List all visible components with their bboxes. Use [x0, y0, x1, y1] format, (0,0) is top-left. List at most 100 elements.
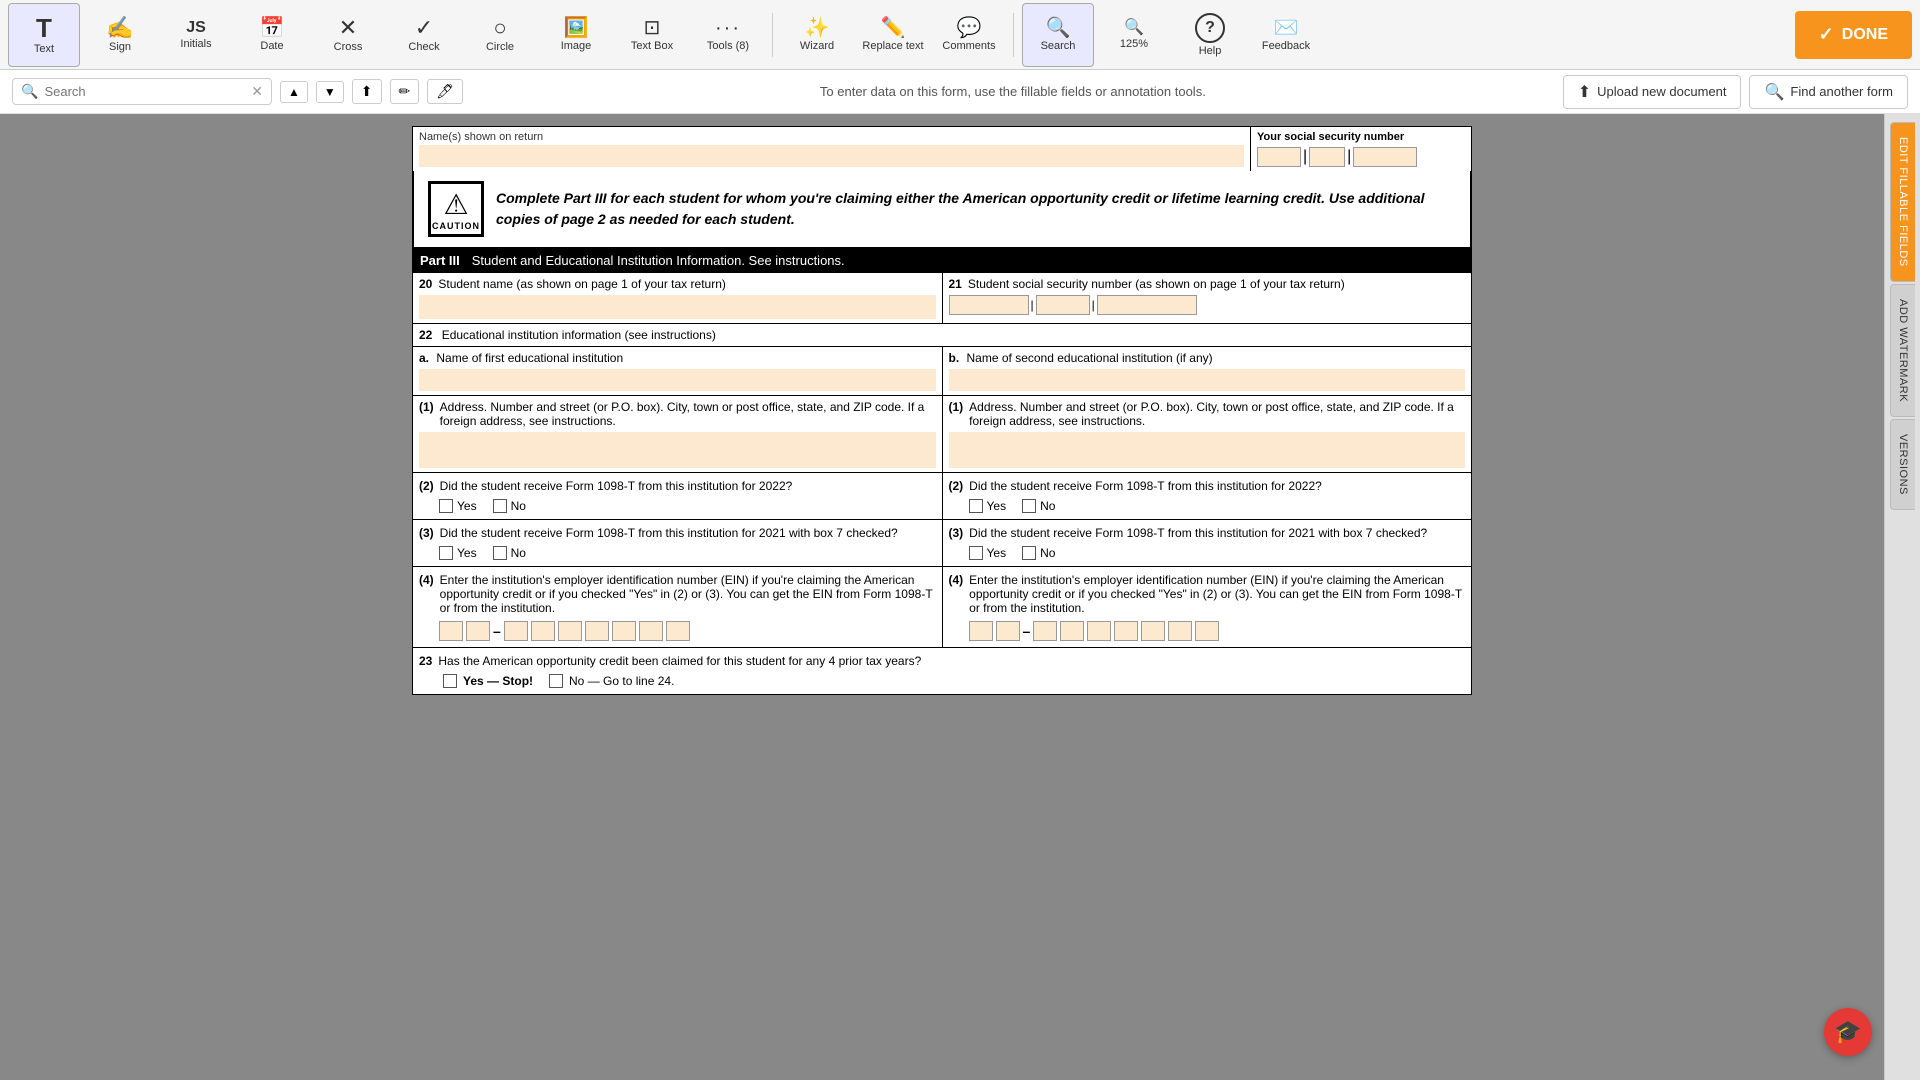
help-bubble[interactable]: 🎓 — [1824, 1008, 1872, 1056]
tool-text[interactable]: T Text — [8, 3, 80, 67]
row23-no-group: No — Go to line 24. — [549, 674, 674, 688]
search-next-button[interactable]: ▼ — [316, 81, 344, 103]
col-a-label: a. — [419, 351, 429, 365]
ein-b-9[interactable] — [1195, 621, 1219, 641]
tool-initials[interactable]: JS Initials — [160, 3, 232, 67]
names-input[interactable] — [419, 145, 1244, 167]
q3-a-no-group: No — [493, 546, 526, 560]
upload-document-button[interactable]: ⬆ Upload new document — [1563, 75, 1742, 109]
ein-b-1[interactable] — [969, 621, 993, 641]
row20-input[interactable] — [419, 295, 936, 319]
row23-no-checkbox[interactable] — [549, 674, 563, 688]
find-another-form-button[interactable]: 🔍 Find another form — [1749, 75, 1908, 109]
addr1-b-text: Address. Number and street (or P.O. box)… — [969, 400, 1465, 428]
ein-a-5[interactable] — [558, 621, 582, 641]
search-clear-button[interactable]: ✕ — [251, 83, 263, 100]
col-b-name-input[interactable] — [949, 369, 1466, 391]
ein-b-2[interactable] — [996, 621, 1020, 641]
tool-wizard[interactable]: ✨ Wizard — [781, 3, 853, 67]
tool-replace-text[interactable]: ✏️ Replace text — [857, 3, 929, 67]
tool-sign-label: Sign — [109, 41, 131, 53]
ein-b-5[interactable] — [1087, 621, 1111, 641]
document-area: Name(s) shown on return Your social secu… — [0, 114, 1884, 1080]
row21-ssn-3[interactable] — [1097, 295, 1197, 315]
tool-help-label: Help — [1199, 45, 1222, 57]
ssn-label: Your social security number — [1257, 131, 1465, 143]
tool-circle[interactable]: ○ Circle — [464, 3, 536, 67]
ein-a-3[interactable] — [504, 621, 528, 641]
tool-feedback[interactable]: ✉️ Feedback — [1250, 3, 1322, 67]
caution-icon: ⚠ CAUTION — [428, 181, 484, 237]
search-input[interactable] — [44, 84, 245, 99]
tool-image[interactable]: 🖼️ Image — [540, 3, 612, 67]
col-a-name-input[interactable] — [419, 369, 936, 391]
ein-a-6[interactable] — [585, 621, 609, 641]
row22-num: 22 — [419, 328, 432, 342]
q3-a-yes-checkbox[interactable] — [439, 546, 453, 560]
row21-ssn-2[interactable] — [1036, 295, 1090, 315]
done-label: DONE — [1842, 26, 1888, 44]
ein-b-7[interactable] — [1141, 621, 1165, 641]
ein-a-2[interactable] — [466, 621, 490, 641]
tool-help[interactable]: ? Help — [1174, 3, 1246, 67]
ein-b-4[interactable] — [1060, 621, 1084, 641]
part-header: Part III Student and Educational Institu… — [412, 249, 1472, 272]
tool-search[interactable]: 🔍 Search — [1022, 3, 1094, 67]
q4-b-num: (4) — [949, 573, 964, 587]
q2-b-yes-checkbox[interactable] — [969, 499, 983, 513]
q3-a-text: Did the student receive Form 1098-T from… — [440, 526, 936, 540]
ein-b-6[interactable] — [1114, 621, 1138, 641]
caution-label: CAUTION — [432, 221, 480, 231]
q3-a-no-checkbox[interactable] — [493, 546, 507, 560]
row23-yes-group: Yes — Stop! — [443, 674, 533, 688]
q4-b-text: Enter the institution's employer identif… — [969, 573, 1465, 615]
q3-b-no-checkbox[interactable] — [1022, 546, 1036, 560]
row21-ssn-1[interactable] — [949, 295, 1029, 315]
q2-b-no-checkbox[interactable] — [1022, 499, 1036, 513]
ein-a-8[interactable] — [639, 621, 663, 641]
sidebar-tab-versions[interactable]: VERSIONS — [1890, 419, 1915, 510]
q3-b-yes-group: Yes — [969, 546, 1007, 560]
sidebar-tab-fillable-fields[interactable]: EDIT FILLABLE FIELDS — [1890, 122, 1915, 282]
tool-comments[interactable]: 💬 Comments — [933, 3, 1005, 67]
ein-a-1[interactable] — [439, 621, 463, 641]
q2-a-no-checkbox[interactable] — [493, 499, 507, 513]
tool-date[interactable]: 📅 Date — [236, 3, 308, 67]
row-22-header: 22 Educational institution information (… — [413, 324, 1472, 347]
tool-more[interactable]: ··· Tools (8) — [692, 3, 764, 67]
row20-num: 20 — [419, 277, 432, 291]
search-edit-button[interactable]: ✏ — [390, 79, 420, 104]
q2-a-yes-checkbox[interactable] — [439, 499, 453, 513]
tool-sign[interactable]: ✍️ Sign — [84, 3, 156, 67]
text-icon: T — [36, 15, 52, 41]
q4-a-num: (4) — [419, 573, 434, 587]
search-prev-button[interactable]: ▲ — [280, 81, 308, 103]
help-bubble-icon: 🎓 — [1834, 1019, 1861, 1045]
row-address: (1) Address. Number and street (or P.O. … — [413, 396, 1472, 473]
search-export-button[interactable]: ⬆ — [352, 79, 382, 104]
q2-b-num: (2) — [949, 479, 964, 493]
sidebar-tab-watermark[interactable]: ADD WATERMARK — [1890, 284, 1915, 417]
wizard-icon: ✨ — [805, 18, 830, 38]
done-button[interactable]: DONE — [1795, 11, 1912, 59]
ssn-field-3[interactable] — [1353, 147, 1417, 167]
tool-check[interactable]: ✓ Check — [388, 3, 460, 67]
ssn-field-2[interactable] — [1309, 147, 1345, 167]
row23-yes-checkbox[interactable] — [443, 674, 457, 688]
tool-textbox[interactable]: ⊡ Text Box — [616, 3, 688, 67]
ein-a-4[interactable] — [531, 621, 555, 641]
tool-cross[interactable]: ✕ Cross — [312, 3, 384, 67]
q3-b-no-group: No — [1022, 546, 1055, 560]
q3-b-yes-checkbox[interactable] — [969, 546, 983, 560]
help-icon: ? — [1195, 13, 1225, 43]
find-form-icon: 🔍 — [1764, 82, 1784, 102]
ein-a-9[interactable] — [666, 621, 690, 641]
tool-zoom[interactable]: 🔍 125% — [1098, 3, 1170, 67]
ein-a-7[interactable] — [612, 621, 636, 641]
row20-label: Student name (as shown on page 1 of your… — [438, 277, 726, 291]
ein-b-3[interactable] — [1033, 621, 1057, 641]
search-annotate-button[interactable]: 🖊 — [427, 79, 463, 104]
ssn-field-1[interactable] — [1257, 147, 1301, 167]
tool-initials-label: Initials — [180, 38, 211, 50]
ein-b-8[interactable] — [1168, 621, 1192, 641]
